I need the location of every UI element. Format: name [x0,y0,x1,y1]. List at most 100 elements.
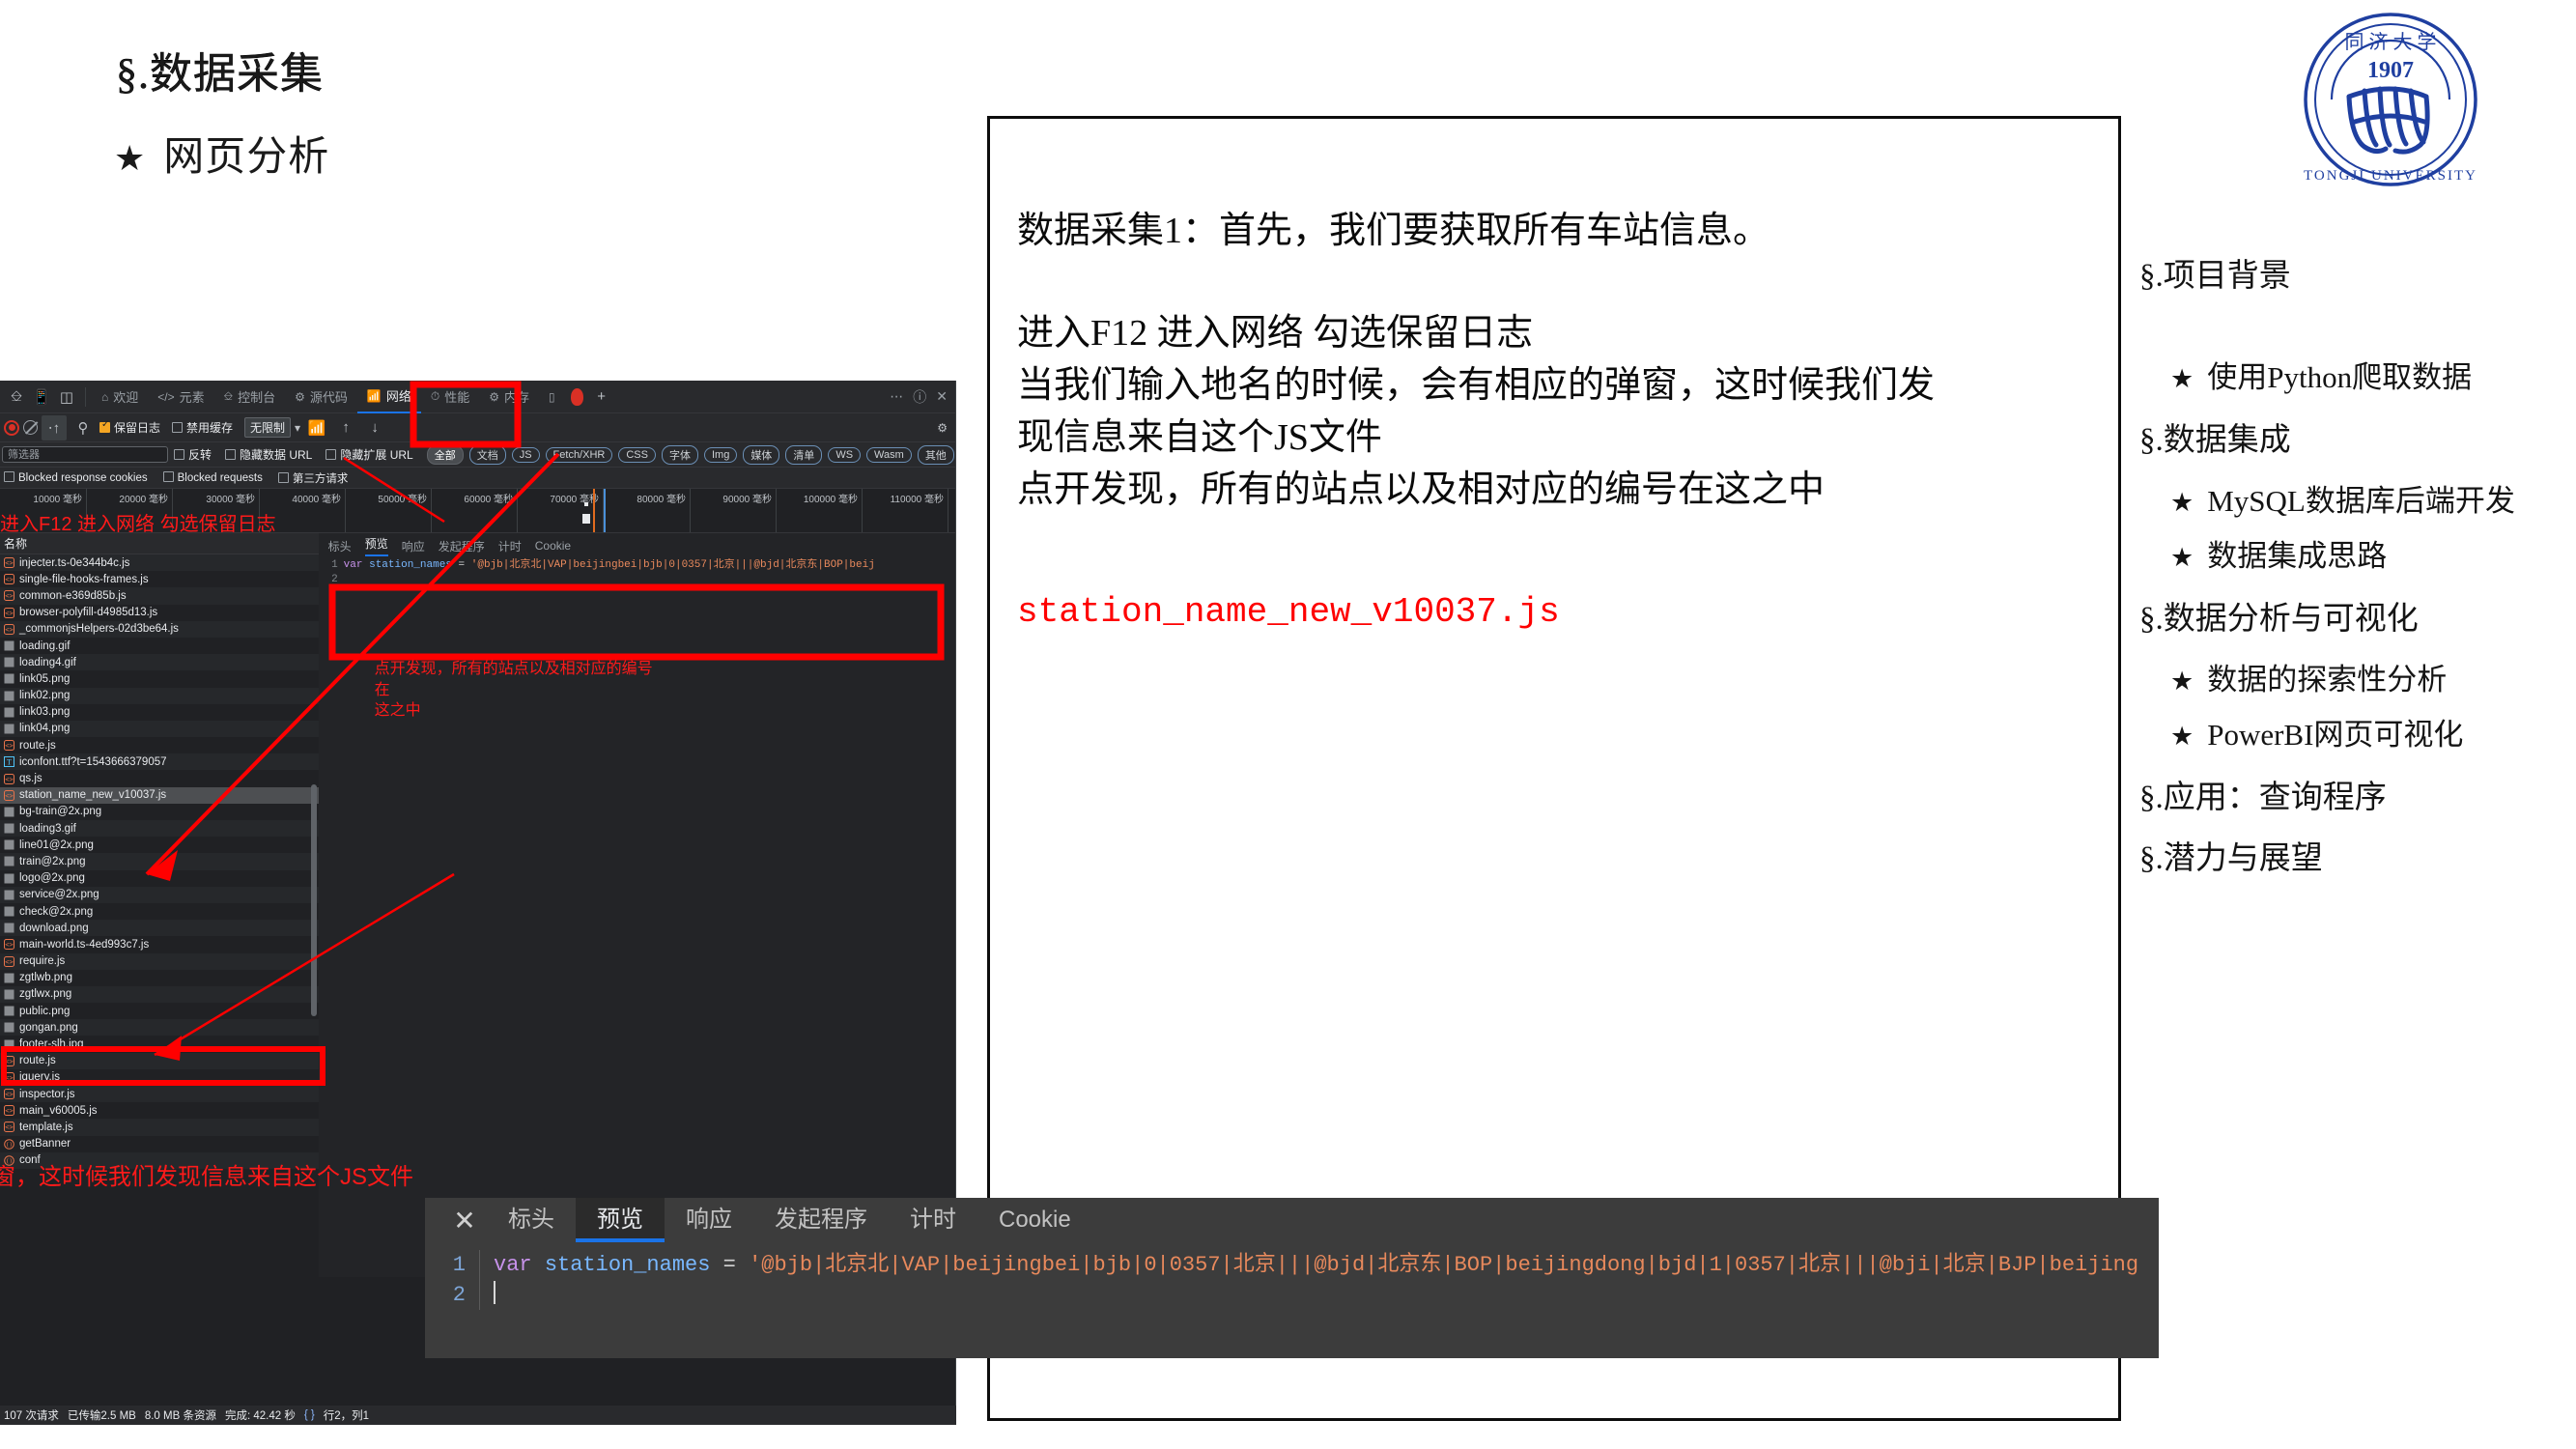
tab-welcome[interactable]: ⌂欢迎 [92,381,148,413]
search-icon[interactable]: ⚲ [71,415,96,440]
disable-cache-checkbox[interactable]: 禁用缓存 [172,419,233,436]
outline-item-mysql-backend[interactable]: ★MySQL数据库后端开发 [2170,486,2576,516]
list-scrollbar[interactable] [311,784,317,1016]
request-list-item[interactable]: <>browser-polyfill-d4985d13.js [0,605,319,621]
outline-item-potential-outlook[interactable]: §.潜力与展望 [2139,843,2576,875]
outline-item-python-crawler[interactable]: ★使用Python爬取数据 [2170,362,2576,392]
download-icon[interactable]: ↓ [362,415,387,440]
chevron-down-icon[interactable]: ▾ [295,421,300,435]
request-list-item[interactable]: download.png [0,920,319,936]
filter-type-doc[interactable]: 文档 [469,445,506,465]
request-list-item[interactable]: <>jquery.js [0,1069,319,1086]
tab-application[interactable]: ▯ [539,381,565,413]
hide-ext-url-checkbox[interactable]: 隐藏扩展 URL [326,446,412,463]
detail-tab-preview[interactable]: 预览 [365,535,388,556]
record-icon[interactable] [4,420,19,436]
filter-type-all[interactable]: 全部 [427,445,464,465]
code-tab-timing[interactable]: 计时 [889,1198,977,1242]
request-list-item[interactable]: Ticonfont.ttf?t=1543666379057 [0,753,319,770]
outline-item-analysis-visualization[interactable]: §.数据分析与可视化 [2139,604,2576,636]
request-list-item[interactable]: service@2x.png [0,887,319,903]
request-list-item[interactable]: logo@2x.png [0,870,319,887]
tab-memory[interactable]: ⚙内存 [479,381,539,413]
request-list-item[interactable]: loading4.gif [0,654,319,670]
tab-network[interactable]: 📶网络 [357,381,421,413]
code-tab-cookie[interactable]: Cookie [977,1198,1092,1242]
detail-tab-timing[interactable]: 计时 [498,538,522,554]
filter-type-css[interactable]: CSS [618,447,656,463]
blocked-response-cookies-checkbox[interactable]: Blocked response cookies [4,471,148,484]
close-icon[interactable]: ✕ [936,388,948,405]
blocked-requests-checkbox[interactable]: Blocked requests [163,471,263,484]
filter-type-js[interactable]: JS [512,447,540,463]
filter-type-ws[interactable]: WS [828,447,861,463]
invert-checkbox[interactable]: 反转 [174,446,212,463]
filter-type-manifest[interactable]: 清单 [785,445,822,465]
request-list-item[interactable]: <>route.js [0,1053,319,1069]
hide-data-url-checkbox[interactable]: 隐藏数据 URL [225,446,312,463]
import-har-icon[interactable]: ⋅↑ [42,415,67,440]
help-icon[interactable]: ⓘ [913,387,926,407]
pretty-print-icon[interactable]: { } [304,1409,315,1421]
inspect-element-icon[interactable]: ⎒ [4,384,29,410]
request-list-item[interactable]: <>common-e369d85b.js [0,587,319,604]
request-list-item[interactable]: <>template.js [0,1119,319,1135]
request-list-item[interactable]: train@2x.png [0,853,319,869]
detail-tab-cookie[interactable]: Cookie [535,539,571,553]
outline-item-data-integration[interactable]: §.数据集成 [2139,425,2576,457]
request-list-item[interactable]: bg-train@2x.png [0,804,319,820]
detail-tab-initiator[interactable]: 发起程序 [439,538,485,554]
request-list-item[interactable]: ()getBanner [0,1136,319,1152]
request-list-item[interactable]: loading.gif [0,638,319,654]
request-list-item[interactable]: <>injecter.ts-0e344b4c.js [0,554,319,571]
filter-type-img[interactable]: Img [704,447,737,463]
request-list-item[interactable]: <>main-world.ts-4ed993c7.js [0,936,319,952]
throttling-icon[interactable]: 📶 [304,415,329,440]
request-list-item[interactable]: zgtlwb.png [0,970,319,986]
request-list-item[interactable]: link04.png [0,721,319,737]
request-list-item[interactable]: zgtlwx.png [0,986,319,1003]
tab-elements[interactable]: </>元素 [148,381,213,413]
filter-type-fetch-xhr[interactable]: Fetch/XHR [546,447,613,463]
request-list-item[interactable]: <>inspector.js [0,1086,319,1102]
tab-console[interactable]: ⎒控制台 [214,381,285,413]
detail-tab-response[interactable]: 响应 [402,538,425,554]
outline-item-exploratory-analysis[interactable]: ★数据的探索性分析 [2170,665,2576,695]
request-list-item[interactable]: <>main_v60005.js [0,1102,319,1119]
throttling-select[interactable]: 无限制 [244,417,291,438]
request-list-item[interactable]: line01@2x.png [0,837,319,853]
network-timeline-overview[interactable]: 10000 毫秒20000 毫秒30000 毫秒40000 毫秒50000 毫秒… [0,489,955,533]
request-list-item[interactable]: footer-slh.jpg [0,1036,319,1052]
dock-side-icon[interactable]: ◫ [54,384,79,410]
request-list-item[interactable]: loading3.gif [0,820,319,837]
request-list-item[interactable]: check@2x.png [0,903,319,920]
request-list-item[interactable]: link02.png [0,688,319,704]
add-tab-button[interactable]: + [589,384,614,410]
request-list-item[interactable]: gongan.png [0,1019,319,1036]
filter-type-wasm[interactable]: Wasm [866,447,912,463]
request-list-item[interactable]: <>_commonjsHelpers-02d3be64.js [0,621,319,638]
third-party-requests-checkbox[interactable]: 第三方请求 [278,470,349,486]
close-icon[interactable]: ✕ [442,1205,487,1236]
request-list-item[interactable]: <>single-file-hooks-frames.js [0,571,319,587]
request-list-item[interactable]: link05.png [0,670,319,687]
code-source[interactable]: var station_names = '@bjb|北京北|VAP|beijin… [479,1250,2140,1310]
tab-performance[interactable]: ⏱性能 [421,381,479,413]
filter-type-other[interactable]: 其他 [918,445,954,465]
request-list-item[interactable]: public.png [0,1003,319,1019]
filter-type-font[interactable]: 字体 [662,445,698,465]
upload-icon[interactable]: ↑ [333,415,358,440]
detail-tab-headers[interactable]: 标头 [328,538,352,554]
request-list-item[interactable]: <>route.js [0,737,319,753]
code-tab-headers[interactable]: 标头 [487,1198,576,1242]
tab-sources[interactable]: ⚙源代码 [285,381,357,413]
code-tab-response[interactable]: 响应 [665,1198,753,1242]
device-toolbar-icon[interactable]: 📱 [29,384,54,410]
gear-icon[interactable]: ⚙ [937,421,955,435]
request-list-item[interactable]: <>require.js [0,953,319,970]
outline-item-project-background[interactable]: §.项目背景 [2139,261,2576,293]
filter-type-media[interactable]: 媒体 [743,445,779,465]
code-tab-preview[interactable]: 预览 [576,1198,665,1242]
outline-item-integration-approach[interactable]: ★数据集成思路 [2170,541,2576,571]
code-tab-initiator[interactable]: 发起程序 [753,1198,889,1242]
